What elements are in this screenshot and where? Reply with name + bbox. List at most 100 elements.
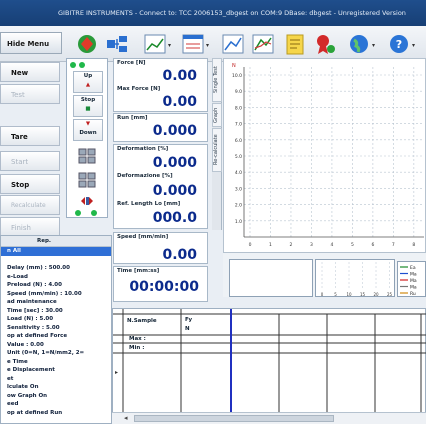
tare-button[interactable]: Tare	[0, 126, 60, 146]
param-row[interactable]: lculate On	[1, 383, 111, 392]
main-chart-svg: N 10.0 9.0 8.0 7.0 6.0 5.0 4.0 3.0 2.0 1.0 0 1 2 3 4 5 6 7…	[232, 63, 424, 248]
help-dropdown-arrow-icon[interactable]: ▾	[412, 42, 418, 49]
param-row[interactable]: Load (N) : 5.00	[1, 315, 111, 324]
param-row[interactable]: op at defined Force	[1, 332, 111, 341]
status-led	[79, 62, 85, 68]
motor-stop-button[interactable]: Stop ■	[73, 95, 103, 117]
network-icon[interactable]	[104, 30, 130, 58]
motor-up-label: Up	[83, 73, 93, 79]
legend-label: Ma	[410, 271, 417, 277]
recalculate-button[interactable]: Recalculate	[0, 195, 60, 215]
param-row[interactable]	[1, 256, 111, 265]
mini-legend: Ea Ma Ma Ma Ru	[397, 261, 426, 297]
speed-label: Speed [mm/min]	[117, 234, 169, 240]
x-tick-label: 1	[269, 242, 272, 248]
param-row[interactable]: Speed (mm/min) : 10.00	[1, 290, 111, 299]
multi-chart-icon[interactable]	[250, 30, 276, 58]
mini-x-tick: 10	[346, 292, 352, 297]
award-icon[interactable]	[312, 30, 338, 58]
graph-settings-dropdown-arrow-icon[interactable]: ▾	[206, 42, 212, 49]
param-row[interactable]: eed	[1, 400, 111, 409]
chart-icon[interactable]	[142, 30, 168, 58]
param-row[interactable]: e Displacement	[1, 366, 111, 375]
deformation-label: Deformation [%]	[117, 146, 169, 152]
left-scroll-arrow-icon[interactable]: ▸	[115, 369, 118, 376]
force-value: 0.00	[162, 68, 197, 84]
status-led	[75, 210, 81, 216]
legend-label: Ma	[410, 284, 417, 290]
x-tick-label: 7	[392, 242, 395, 248]
hide-menu-button[interactable]: Hide Menu	[0, 32, 62, 54]
param-row[interactable]: Preload (N) : 4.00	[1, 281, 111, 290]
grip-open-icon[interactable]	[77, 147, 97, 165]
y-tick-label: 2.0	[235, 203, 242, 209]
y-tick-label: 3.0	[235, 186, 242, 192]
params-header-label: Rep.	[37, 238, 51, 244]
mini-x-tick: 5	[334, 292, 337, 297]
x-tick-label: 2	[290, 242, 293, 248]
deformation-value: 0.000	[152, 155, 197, 171]
mini-chart-2: 00510152025	[310, 259, 395, 297]
results-grid[interactable]: N.Sample Fy N Max : Min : ▸	[112, 308, 426, 424]
param-row[interactable]: et	[1, 375, 111, 384]
param-row[interactable]: e-Load	[1, 273, 111, 282]
deformazione-value: 0.000	[152, 183, 197, 199]
start-button[interactable]: Start	[0, 151, 60, 171]
param-row[interactable]: n All	[1, 247, 111, 256]
time-value: 00:00:00	[129, 279, 199, 295]
help-icon[interactable]: ?	[386, 30, 412, 58]
scroll-left-arrow-icon[interactable]: ◂	[124, 414, 128, 422]
motor-control-panel: Up ▲ Stop ■ ▼ Down	[66, 58, 108, 218]
param-row[interactable]: ow Graph On	[1, 392, 111, 401]
deformazione-label: Deformazione [%]	[117, 173, 173, 179]
chart-dropdown-arrow-icon[interactable]: ▾	[168, 42, 174, 49]
mini-x-tick: 0	[321, 292, 324, 297]
globe-icon[interactable]	[346, 30, 372, 58]
main-chart[interactable]: N 10.0 9.0 8.0 7.0 6.0 5.0 4.0 3.0 2.0 1.0 0 1 2 3 4 5 6 7…	[223, 58, 426, 253]
motor-up-button[interactable]: Up ▲	[73, 71, 103, 93]
y-tick-label: 1.0	[235, 219, 242, 225]
legend-label: Ma	[410, 278, 417, 284]
machine-icon[interactable]	[74, 30, 100, 58]
param-row[interactable]: Delay (mm) : 500.00	[1, 264, 111, 273]
time-label: Time [mm:ss]	[117, 268, 160, 274]
grip-close-icon[interactable]	[77, 171, 97, 189]
tab-single-test[interactable]: Single Test	[212, 58, 222, 102]
globe-dropdown-arrow-icon[interactable]: ▾	[372, 42, 378, 49]
x-tick-label: 4	[330, 242, 333, 248]
notes-icon[interactable]	[282, 30, 308, 58]
params-list: n All Delay (mm) : 500.00 e-Load Preload (N…	[1, 247, 111, 417]
mini-x-tick: 20	[373, 292, 379, 297]
line-chart-icon[interactable]	[220, 30, 246, 58]
motor-down-label: Down	[79, 130, 97, 136]
mini-x-tick: 15	[360, 292, 366, 297]
param-row[interactable]: Value : 0.00	[1, 341, 111, 350]
tab-graph[interactable]: Graph	[212, 103, 222, 127]
new-button[interactable]: New	[0, 62, 60, 82]
param-row[interactable]: Unit (0=N, 1=N/mm2, 2=	[1, 349, 111, 358]
time-readout-group: Time [mm:ss] 00:00:00	[113, 266, 208, 302]
graph-settings-icon[interactable]	[180, 30, 206, 58]
col-fy-header: Fy	[185, 317, 193, 323]
y-tick-label: 9.0	[235, 89, 242, 95]
tab-recalculate[interactable]: Re-calculate	[212, 128, 222, 172]
row-min-label: Min :	[129, 345, 145, 351]
param-row[interactable]: op at defined Run	[1, 409, 111, 418]
results-horizontal-scrollbar[interactable]: ◂	[112, 412, 426, 424]
test-parameters-panel[interactable]: Rep. n All Delay (mm) : 500.00 e-Load Prelo…	[0, 235, 112, 424]
max-force-label: Max Force [N]	[117, 86, 161, 92]
param-row[interactable]: Time [sec] : 30.00	[1, 307, 111, 316]
status-led	[91, 210, 97, 216]
param-row[interactable]: Sensitivity : 5.00	[1, 324, 111, 333]
param-row[interactable]: ad maintenance	[1, 298, 111, 307]
motor-down-button[interactable]: ▼ Down	[73, 119, 103, 141]
test-button[interactable]: Test	[0, 84, 60, 104]
scroll-thumb[interactable]	[134, 415, 334, 422]
ref-length-label: Ref. Length Lo [mm]	[117, 201, 181, 207]
finish-button[interactable]: Finish	[0, 217, 60, 237]
param-row[interactable]: e Time	[1, 358, 111, 367]
stop-button[interactable]: Stop	[0, 174, 60, 194]
col-sample-header: N.Sample	[127, 318, 157, 324]
x-tick-label: 5	[351, 242, 354, 248]
jog-arrows-icon[interactable]	[77, 195, 97, 207]
